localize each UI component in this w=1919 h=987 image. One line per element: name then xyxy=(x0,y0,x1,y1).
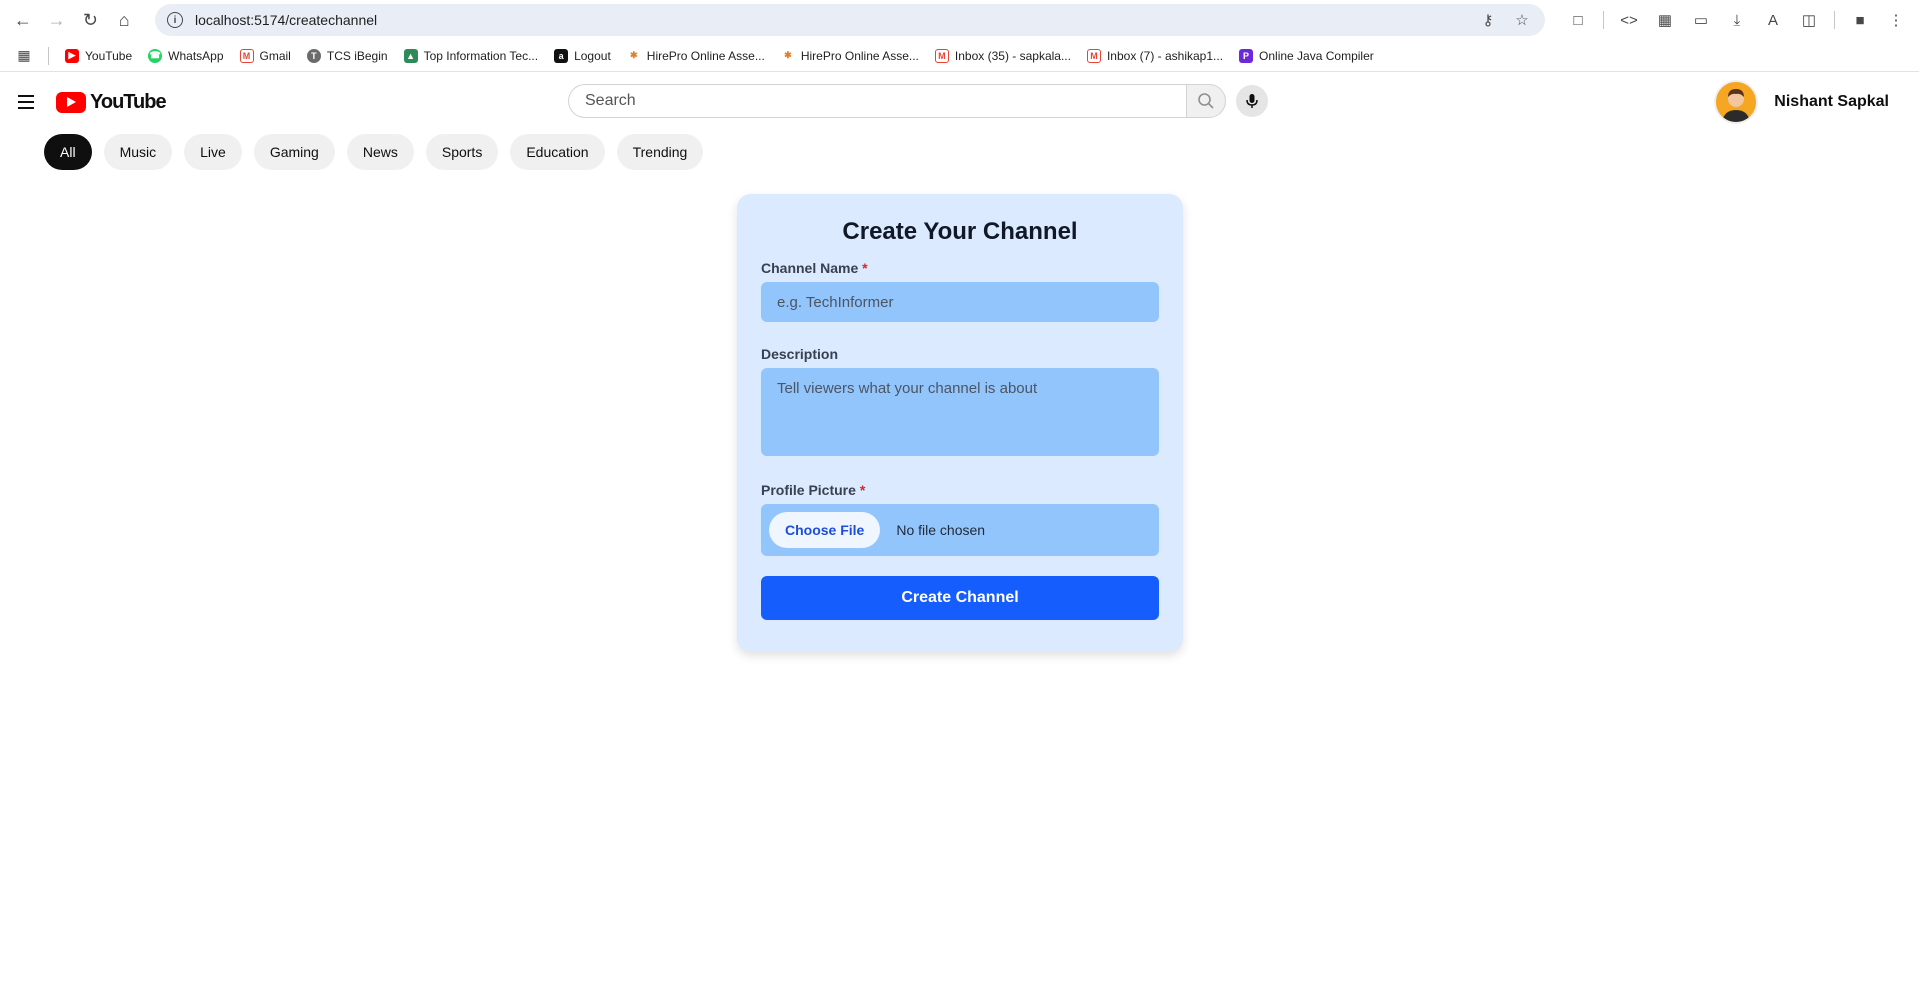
chip-education[interactable]: Education xyxy=(510,134,605,170)
translate-icon[interactable]: Α xyxy=(1758,5,1788,35)
bookmark-label: WhatsApp xyxy=(168,48,224,63)
voice-search-button[interactable] xyxy=(1236,85,1268,117)
profile-picture-label-text: Profile Picture xyxy=(761,482,856,498)
search-bar xyxy=(568,84,1268,118)
create-channel-button[interactable]: Create Channel xyxy=(761,576,1159,620)
description-textarea[interactable] xyxy=(761,368,1159,456)
required-mark: * xyxy=(859,482,866,498)
forward-icon[interactable]: → xyxy=(42,3,72,37)
compiler-icon: P xyxy=(1239,48,1254,63)
hirepro-icon: ✱ xyxy=(626,48,641,63)
bookmark-item[interactable]: ✱ HirePro Online Asse... xyxy=(621,43,771,69)
menu-kebab-icon[interactable]: ⋮ xyxy=(1881,5,1911,35)
bookmark-item[interactable]: T TCS iBegin xyxy=(301,43,394,69)
create-channel-card: Create Your Channel Channel Name * Descr… xyxy=(737,194,1183,652)
youtube-logo[interactable]: YouTube xyxy=(56,90,167,114)
device-icon[interactable]: ◫ xyxy=(1794,5,1824,35)
devtools-icon[interactable]: <> xyxy=(1614,5,1644,35)
search-input[interactable] xyxy=(568,84,1186,118)
bookmark-item[interactable]: ▶ YouTube xyxy=(59,43,138,69)
category-chips: All Music Live Gaming News Sports Educat… xyxy=(0,134,1919,170)
bookmark-label: Inbox (35) - sapkala... xyxy=(954,48,1071,63)
search-icon xyxy=(1198,93,1214,109)
logout-icon: a xyxy=(554,48,569,63)
bookmark-star-icon[interactable]: ☆ xyxy=(1511,9,1533,31)
hirepro-icon: ✱ xyxy=(780,48,795,63)
bookmark-label: Logout xyxy=(574,48,611,63)
bookmark-item[interactable]: M Gmail xyxy=(234,43,297,69)
page-title: Create Your Channel xyxy=(842,218,1078,245)
search-button[interactable] xyxy=(1186,84,1226,118)
back-icon[interactable]: ← xyxy=(8,3,38,37)
bookmark-item[interactable]: a Logout xyxy=(548,43,617,69)
toolbar-divider xyxy=(1603,11,1604,29)
payment-card-icon[interactable]: ▭ xyxy=(1686,5,1716,35)
site-icon: ▲ xyxy=(403,48,418,63)
channel-name-label-text: Channel Name xyxy=(761,260,859,276)
microphone-icon xyxy=(1246,94,1258,108)
reload-icon[interactable]: ↻ xyxy=(76,3,106,37)
home-icon[interactable]: ⌂ xyxy=(109,3,139,37)
profile-picture-label: Profile Picture * xyxy=(761,482,1159,498)
file-status: No file chosen xyxy=(896,522,986,538)
bookmark-item[interactable]: M Inbox (35) - sapkala... xyxy=(929,43,1077,69)
user-name: Nishant Sapkal xyxy=(1774,93,1889,110)
bookmark-item[interactable]: ✱ HirePro Online Asse... xyxy=(775,43,925,69)
channel-name-label: Channel Name * xyxy=(761,260,1159,276)
avatar[interactable] xyxy=(1714,80,1759,124)
whatsapp-icon: ☎ xyxy=(148,48,163,63)
chip-news[interactable]: News xyxy=(346,134,414,170)
password-key-icon[interactable]: ⚷ xyxy=(1477,9,1499,31)
menu-hamburger-icon[interactable] xyxy=(14,90,38,114)
gmail-icon: M xyxy=(934,48,949,63)
youtube-play-icon xyxy=(56,91,86,113)
bookmark-label: Gmail xyxy=(259,48,291,63)
tcs-icon: T xyxy=(306,48,321,63)
profile-picture-file-input[interactable]: Choose File No file chosen xyxy=(761,504,1159,556)
chip-all[interactable]: All xyxy=(44,134,92,170)
apps-grid-icon[interactable]: ▦ xyxy=(12,44,36,68)
bookmarks-divider xyxy=(48,46,49,65)
chip-live[interactable]: Live xyxy=(184,134,242,170)
choose-file-button[interactable]: Choose File xyxy=(769,512,881,548)
bookmark-item[interactable]: ▲ Top Information Tec... xyxy=(398,43,545,69)
user-menu[interactable]: Nishant Sapkal xyxy=(1714,80,1889,124)
bookmark-label: TCS iBegin xyxy=(326,48,388,63)
site-info-icon[interactable]: i xyxy=(167,12,183,28)
profile-icon[interactable]: ■ xyxy=(1845,5,1875,35)
bookmark-label: Online Java Compiler xyxy=(1259,48,1374,63)
chip-music[interactable]: Music xyxy=(103,134,173,170)
qr-code-icon[interactable]: ▦ xyxy=(1650,5,1680,35)
download-icon[interactable]: ⤓ xyxy=(1722,5,1752,35)
gmail-icon: M xyxy=(239,48,254,63)
bookmarks-bar: ▦ ▶ YouTube ☎ WhatsApp M Gmail T TCS iBegin … xyxy=(0,40,1919,72)
bookmark-label: YouTube xyxy=(85,48,133,63)
extensions-icon[interactable]: □ xyxy=(1563,5,1593,35)
chip-trending[interactable]: Trending xyxy=(616,134,704,170)
chip-gaming[interactable]: Gaming xyxy=(253,134,335,170)
bookmark-label: HirePro Online Asse... xyxy=(800,48,919,63)
address-url[interactable]: localhost:5174/createchannel xyxy=(195,12,1465,28)
bookmark-label: HirePro Online Asse... xyxy=(646,48,765,63)
youtube-icon: ▶ xyxy=(65,48,79,63)
channel-name-input[interactable] xyxy=(761,282,1159,322)
chip-sports[interactable]: Sports xyxy=(425,134,499,170)
youtube-header: YouTube Nishant Sapkal xyxy=(0,72,1919,132)
bookmark-item[interactable]: M Inbox (7) - ashikap1... xyxy=(1081,43,1229,69)
address-bar[interactable]: i localhost:5174/createchannel ⚷ ☆ xyxy=(155,4,1545,36)
bookmark-item[interactable]: P Online Java Compiler xyxy=(1233,43,1380,69)
bookmark-label: Inbox (7) - ashikap1... xyxy=(1106,48,1224,63)
description-label: Description xyxy=(761,346,839,362)
gmail-icon: M xyxy=(1086,48,1101,63)
required-mark: * xyxy=(862,260,868,276)
browser-toolbar: ← → ↻ ⌂ i localhost:5174/createchannel ⚷… xyxy=(0,0,1919,40)
logo-text: YouTube xyxy=(90,90,167,113)
toolbar-divider xyxy=(1834,11,1835,29)
bookmark-label: Top Information Tec... xyxy=(423,48,539,63)
bookmark-item[interactable]: ☎ WhatsApp xyxy=(142,43,229,69)
